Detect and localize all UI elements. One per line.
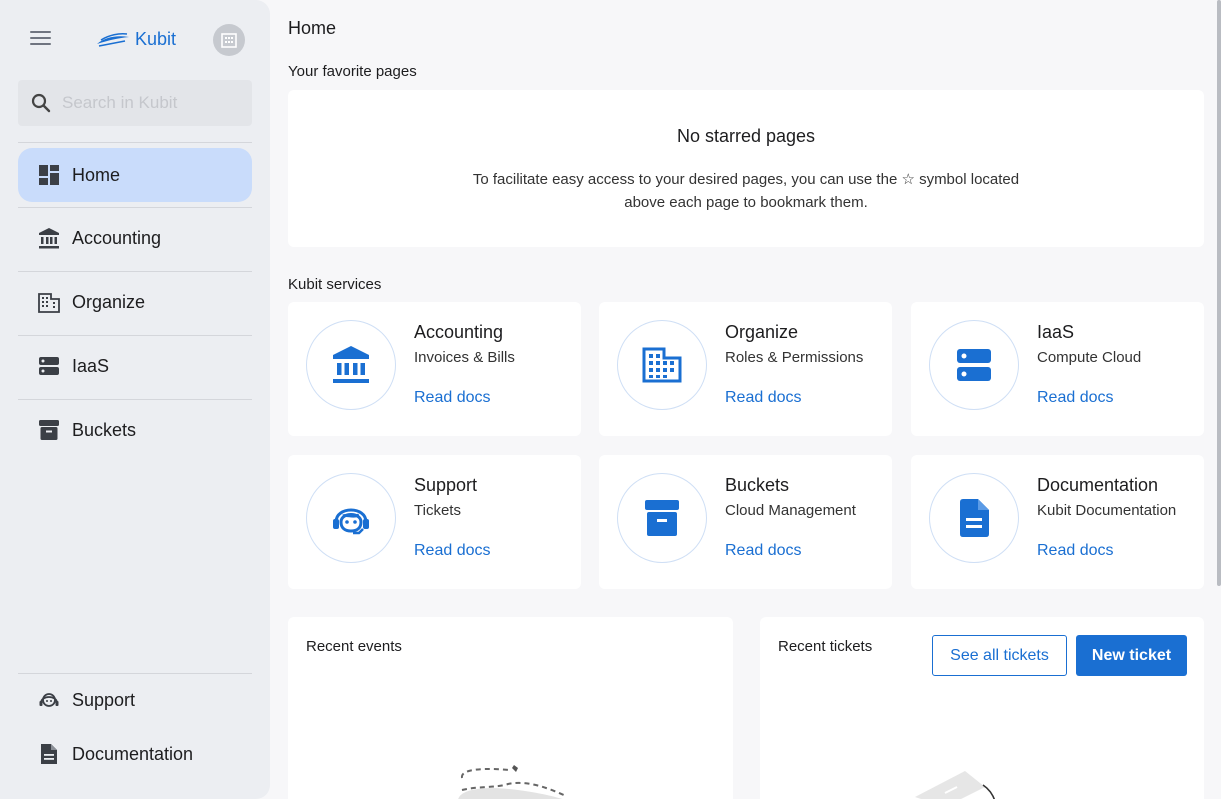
sidebar-item-label: Accounting — [72, 227, 162, 248]
search-input[interactable] — [62, 93, 242, 113]
search-box — [18, 80, 252, 126]
recent-tickets-title: Recent tickets — [778, 638, 873, 655]
sidebar-item-documentation[interactable]: Documentation — [18, 727, 252, 781]
support-agent-icon — [333, 508, 369, 535]
bank-icon — [333, 346, 369, 383]
sidebar: Kubit Home Accounting — [0, 0, 270, 799]
service-subtitle: Cloud Management — [725, 502, 856, 519]
read-docs-link[interactable]: Read docs — [414, 389, 491, 407]
kubit-logo-mark — [97, 33, 129, 47]
main-content: Home Your favorite pages No starred page… — [270, 0, 1221, 799]
service-icon-circle — [929, 473, 1019, 563]
read-docs-link[interactable]: Read docs — [725, 389, 802, 407]
read-docs-link[interactable]: Read docs — [1037, 542, 1114, 560]
divider — [18, 335, 252, 336]
service-name: Support — [414, 475, 478, 495]
building-icon — [221, 33, 237, 48]
sidebar-item-label: Buckets — [72, 419, 137, 440]
server-icon — [38, 355, 60, 377]
sidebar-item-organize[interactable]: Organize — [18, 275, 252, 329]
new-ticket-button[interactable]: New ticket — [1076, 635, 1187, 676]
service-card-documentation[interactable]: Documentation Kubit Documentation Read d… — [911, 455, 1204, 589]
services-heading: Kubit services — [288, 276, 382, 293]
empty-state-description: To facilitate easy access to your desire… — [472, 171, 1020, 211]
empty-state-title: No starred pages — [676, 126, 816, 146]
sidebar-item-label: Documentation — [72, 743, 194, 764]
archive-box-icon — [645, 500, 679, 536]
empty-tickets-illustration — [915, 771, 996, 799]
sidebar-item-support[interactable]: Support — [18, 673, 252, 727]
divider — [18, 399, 252, 400]
service-icon-circle — [617, 320, 707, 410]
service-icon-circle — [617, 473, 707, 563]
service-subtitle: Compute Cloud — [1037, 349, 1142, 366]
document-icon — [960, 499, 989, 537]
sidebar-item-buckets[interactable]: Buckets — [18, 403, 252, 457]
sidebar-item-label: Home — [72, 164, 121, 185]
favorites-card: No starred pages To facilitate easy acce… — [288, 90, 1204, 247]
service-card-accounting[interactable]: Accounting Invoices & Bills Read docs — [288, 302, 581, 436]
favorites-heading: Your favorite pages — [288, 63, 417, 80]
service-subtitle: Invoices & Bills — [414, 349, 515, 366]
service-card-iaas[interactable]: IaaS Compute Cloud Read docs — [911, 302, 1204, 436]
service-icon-circle — [929, 320, 1019, 410]
service-subtitle: Kubit Documentation — [1037, 502, 1177, 519]
document-icon — [38, 743, 60, 765]
service-card-buckets[interactable]: Buckets Cloud Management Read docs — [599, 455, 892, 589]
sidebar-item-label: Support — [72, 689, 136, 710]
service-card-support[interactable]: Support Tickets Read docs — [288, 455, 581, 589]
recent-events-card: Recent events — [288, 617, 733, 799]
service-name: Buckets — [725, 475, 790, 495]
service-name: Documentation — [1037, 475, 1159, 495]
sidebar-item-iaas[interactable]: IaaS — [18, 339, 252, 393]
service-icon-circle — [306, 473, 396, 563]
app-name: Kubit — [135, 28, 177, 49]
recent-events-title: Recent events — [306, 638, 402, 655]
service-subtitle: Tickets — [414, 502, 461, 519]
bank-icon — [38, 227, 60, 249]
building-icon — [642, 347, 682, 383]
read-docs-link[interactable]: Read docs — [1037, 389, 1114, 407]
scrollbar[interactable] — [1217, 0, 1221, 586]
divider — [18, 142, 252, 143]
support-agent-icon — [38, 689, 60, 711]
divider — [18, 207, 252, 208]
archive-box-icon — [38, 419, 60, 441]
service-subtitle: Roles & Permissions — [725, 349, 864, 366]
read-docs-link[interactable]: Read docs — [414, 542, 491, 560]
service-name: IaaS — [1037, 322, 1075, 342]
service-name: Accounting — [414, 322, 504, 342]
menu-icon[interactable] — [30, 31, 51, 47]
sidebar-header: Kubit — [0, 0, 270, 78]
sidebar-item-home[interactable]: Home — [18, 148, 252, 202]
dashboard-icon — [38, 164, 60, 186]
server-icon — [957, 349, 991, 381]
organization-button[interactable] — [213, 24, 245, 56]
service-card-organize[interactable]: Organize Roles & Permissions Read docs — [599, 302, 892, 436]
kubit-logo[interactable]: Kubit — [95, 27, 176, 51]
recent-tickets-card: Recent tickets See all tickets New ticke… — [760, 617, 1204, 799]
sidebar-item-label: IaaS — [72, 355, 110, 376]
sidebar-item-accounting[interactable]: Accounting — [18, 211, 252, 265]
building-icon — [38, 291, 60, 313]
service-icon-circle — [306, 320, 396, 410]
search-icon — [31, 93, 51, 113]
read-docs-link[interactable]: Read docs — [725, 542, 802, 560]
page-title: Home — [288, 18, 337, 38]
service-name: Organize — [725, 322, 799, 342]
divider — [18, 271, 252, 272]
sidebar-item-label: Organize — [72, 291, 146, 312]
empty-events-illustration — [458, 765, 567, 799]
see-all-tickets-button[interactable]: See all tickets — [932, 635, 1067, 676]
